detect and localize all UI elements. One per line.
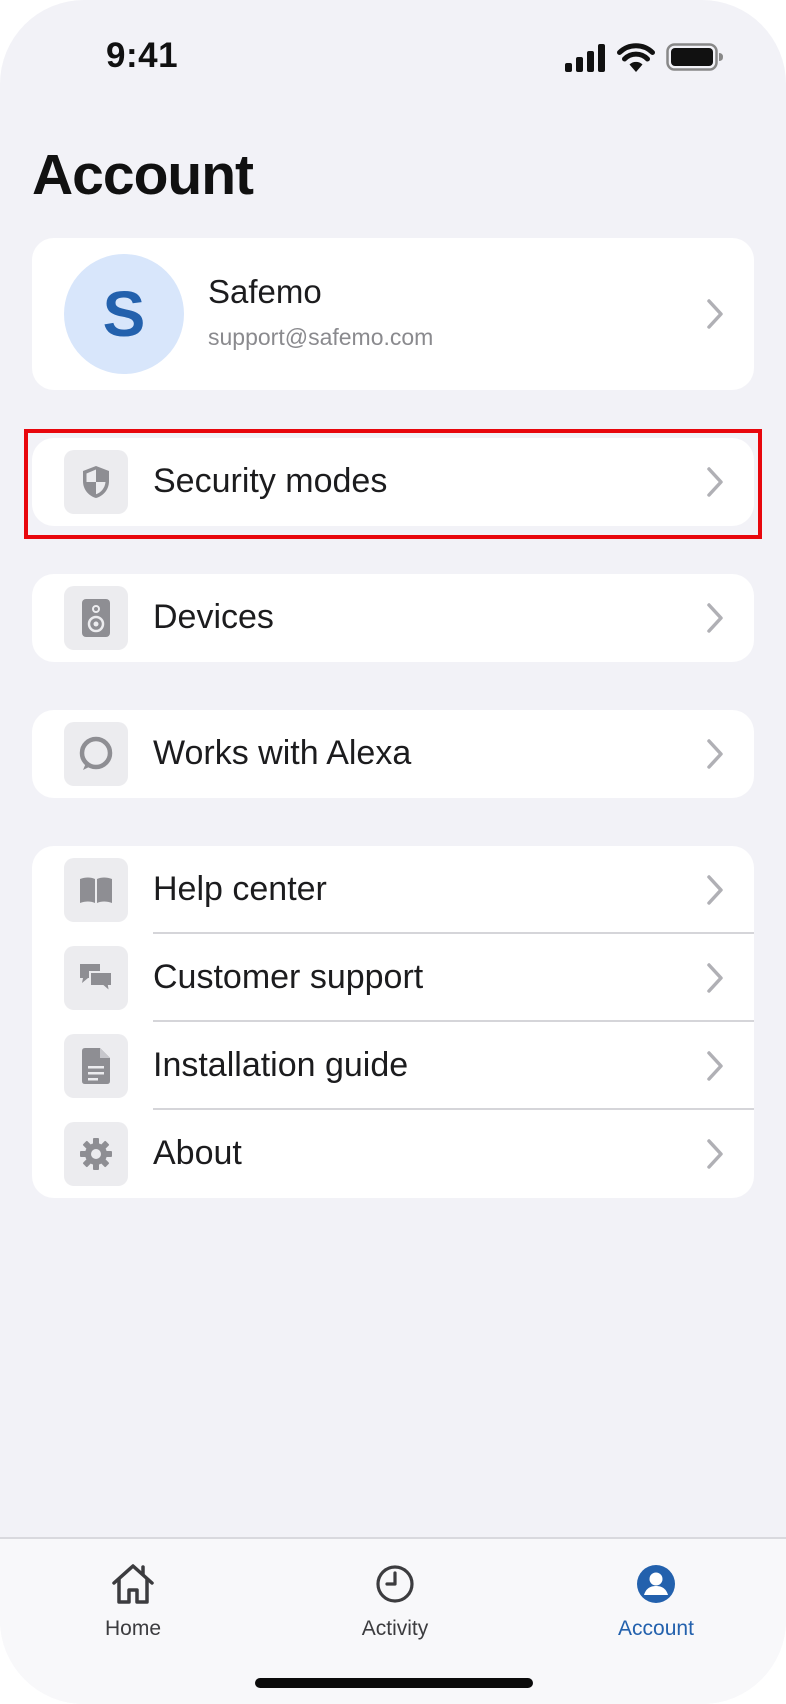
tab-activity[interactable]: Activity — [315, 1553, 475, 1653]
document-icon — [82, 1048, 110, 1084]
highlight-frame — [24, 429, 762, 539]
chevron-right-icon — [707, 1051, 723, 1081]
alexa-ring-icon — [79, 736, 113, 770]
chevron-right-icon — [707, 739, 723, 769]
speaker-icon — [82, 599, 110, 637]
devices-card: Devices — [32, 574, 754, 662]
menu-item-label: Help center — [153, 870, 327, 908]
icon-tile — [64, 722, 128, 786]
gear-icon — [80, 1138, 112, 1170]
icon-tile — [64, 1034, 128, 1098]
icon-tile — [64, 946, 128, 1010]
icon-tile — [64, 1122, 128, 1186]
page-title: Account — [32, 143, 254, 207]
chevron-right-icon — [707, 963, 723, 993]
menu-item-installation-guide[interactable]: Installation guide — [32, 1022, 754, 1110]
support-card: Help center Customer support Installatio… — [32, 846, 754, 1198]
clock-icon — [376, 1565, 414, 1603]
menu-item-help-center[interactable]: Help center — [32, 846, 754, 934]
chat-bubbles-icon — [80, 964, 113, 994]
menu-item-about[interactable]: About — [32, 1110, 754, 1198]
phone-screen: 9:41 Account S Safemo support@safemo.com — [0, 0, 786, 1704]
menu-item-label: Installation guide — [153, 1046, 409, 1084]
menu-item-label: Works with Alexa — [153, 734, 412, 772]
battery-icon — [666, 43, 723, 71]
profile-name: Safemo — [208, 273, 322, 310]
book-icon — [80, 877, 112, 903]
icon-tile — [64, 858, 128, 922]
menu-item-works-with-alexa[interactable]: Works with Alexa — [32, 710, 754, 798]
avatar-initial: S — [102, 278, 146, 350]
menu-item-label: Customer support — [153, 958, 424, 996]
tab-account[interactable]: Account — [576, 1553, 736, 1653]
menu-item-devices[interactable]: Devices — [32, 574, 754, 662]
home-icon — [112, 1564, 154, 1604]
status-bar: 9:41 — [0, 0, 786, 120]
cellular-signal-icon — [565, 44, 605, 72]
profile-card[interactable]: S Safemo support@safemo.com — [32, 238, 754, 390]
status-time: 9:41 — [106, 36, 179, 75]
avatar: S — [64, 254, 184, 374]
tab-label: Activity — [361, 1617, 429, 1640]
alexa-card: Works with Alexa — [32, 710, 754, 798]
chevron-right-icon — [707, 299, 723, 329]
menu-item-label: Devices — [153, 598, 274, 636]
profile-email: support@safemo.com — [208, 324, 434, 350]
icon-tile — [64, 586, 128, 650]
tab-label: Account — [618, 1617, 694, 1640]
home-indicator[interactable] — [255, 1678, 533, 1688]
tab-label: Home — [104, 1617, 162, 1640]
chevron-right-icon — [707, 875, 723, 905]
chevron-right-icon — [707, 603, 723, 633]
menu-item-label: About — [153, 1134, 242, 1172]
tab-home[interactable]: Home — [53, 1553, 213, 1653]
account-icon — [637, 1565, 675, 1603]
menu-item-customer-support[interactable]: Customer support — [32, 934, 754, 1022]
wifi-icon — [617, 43, 655, 72]
chevron-right-icon — [707, 1139, 723, 1169]
